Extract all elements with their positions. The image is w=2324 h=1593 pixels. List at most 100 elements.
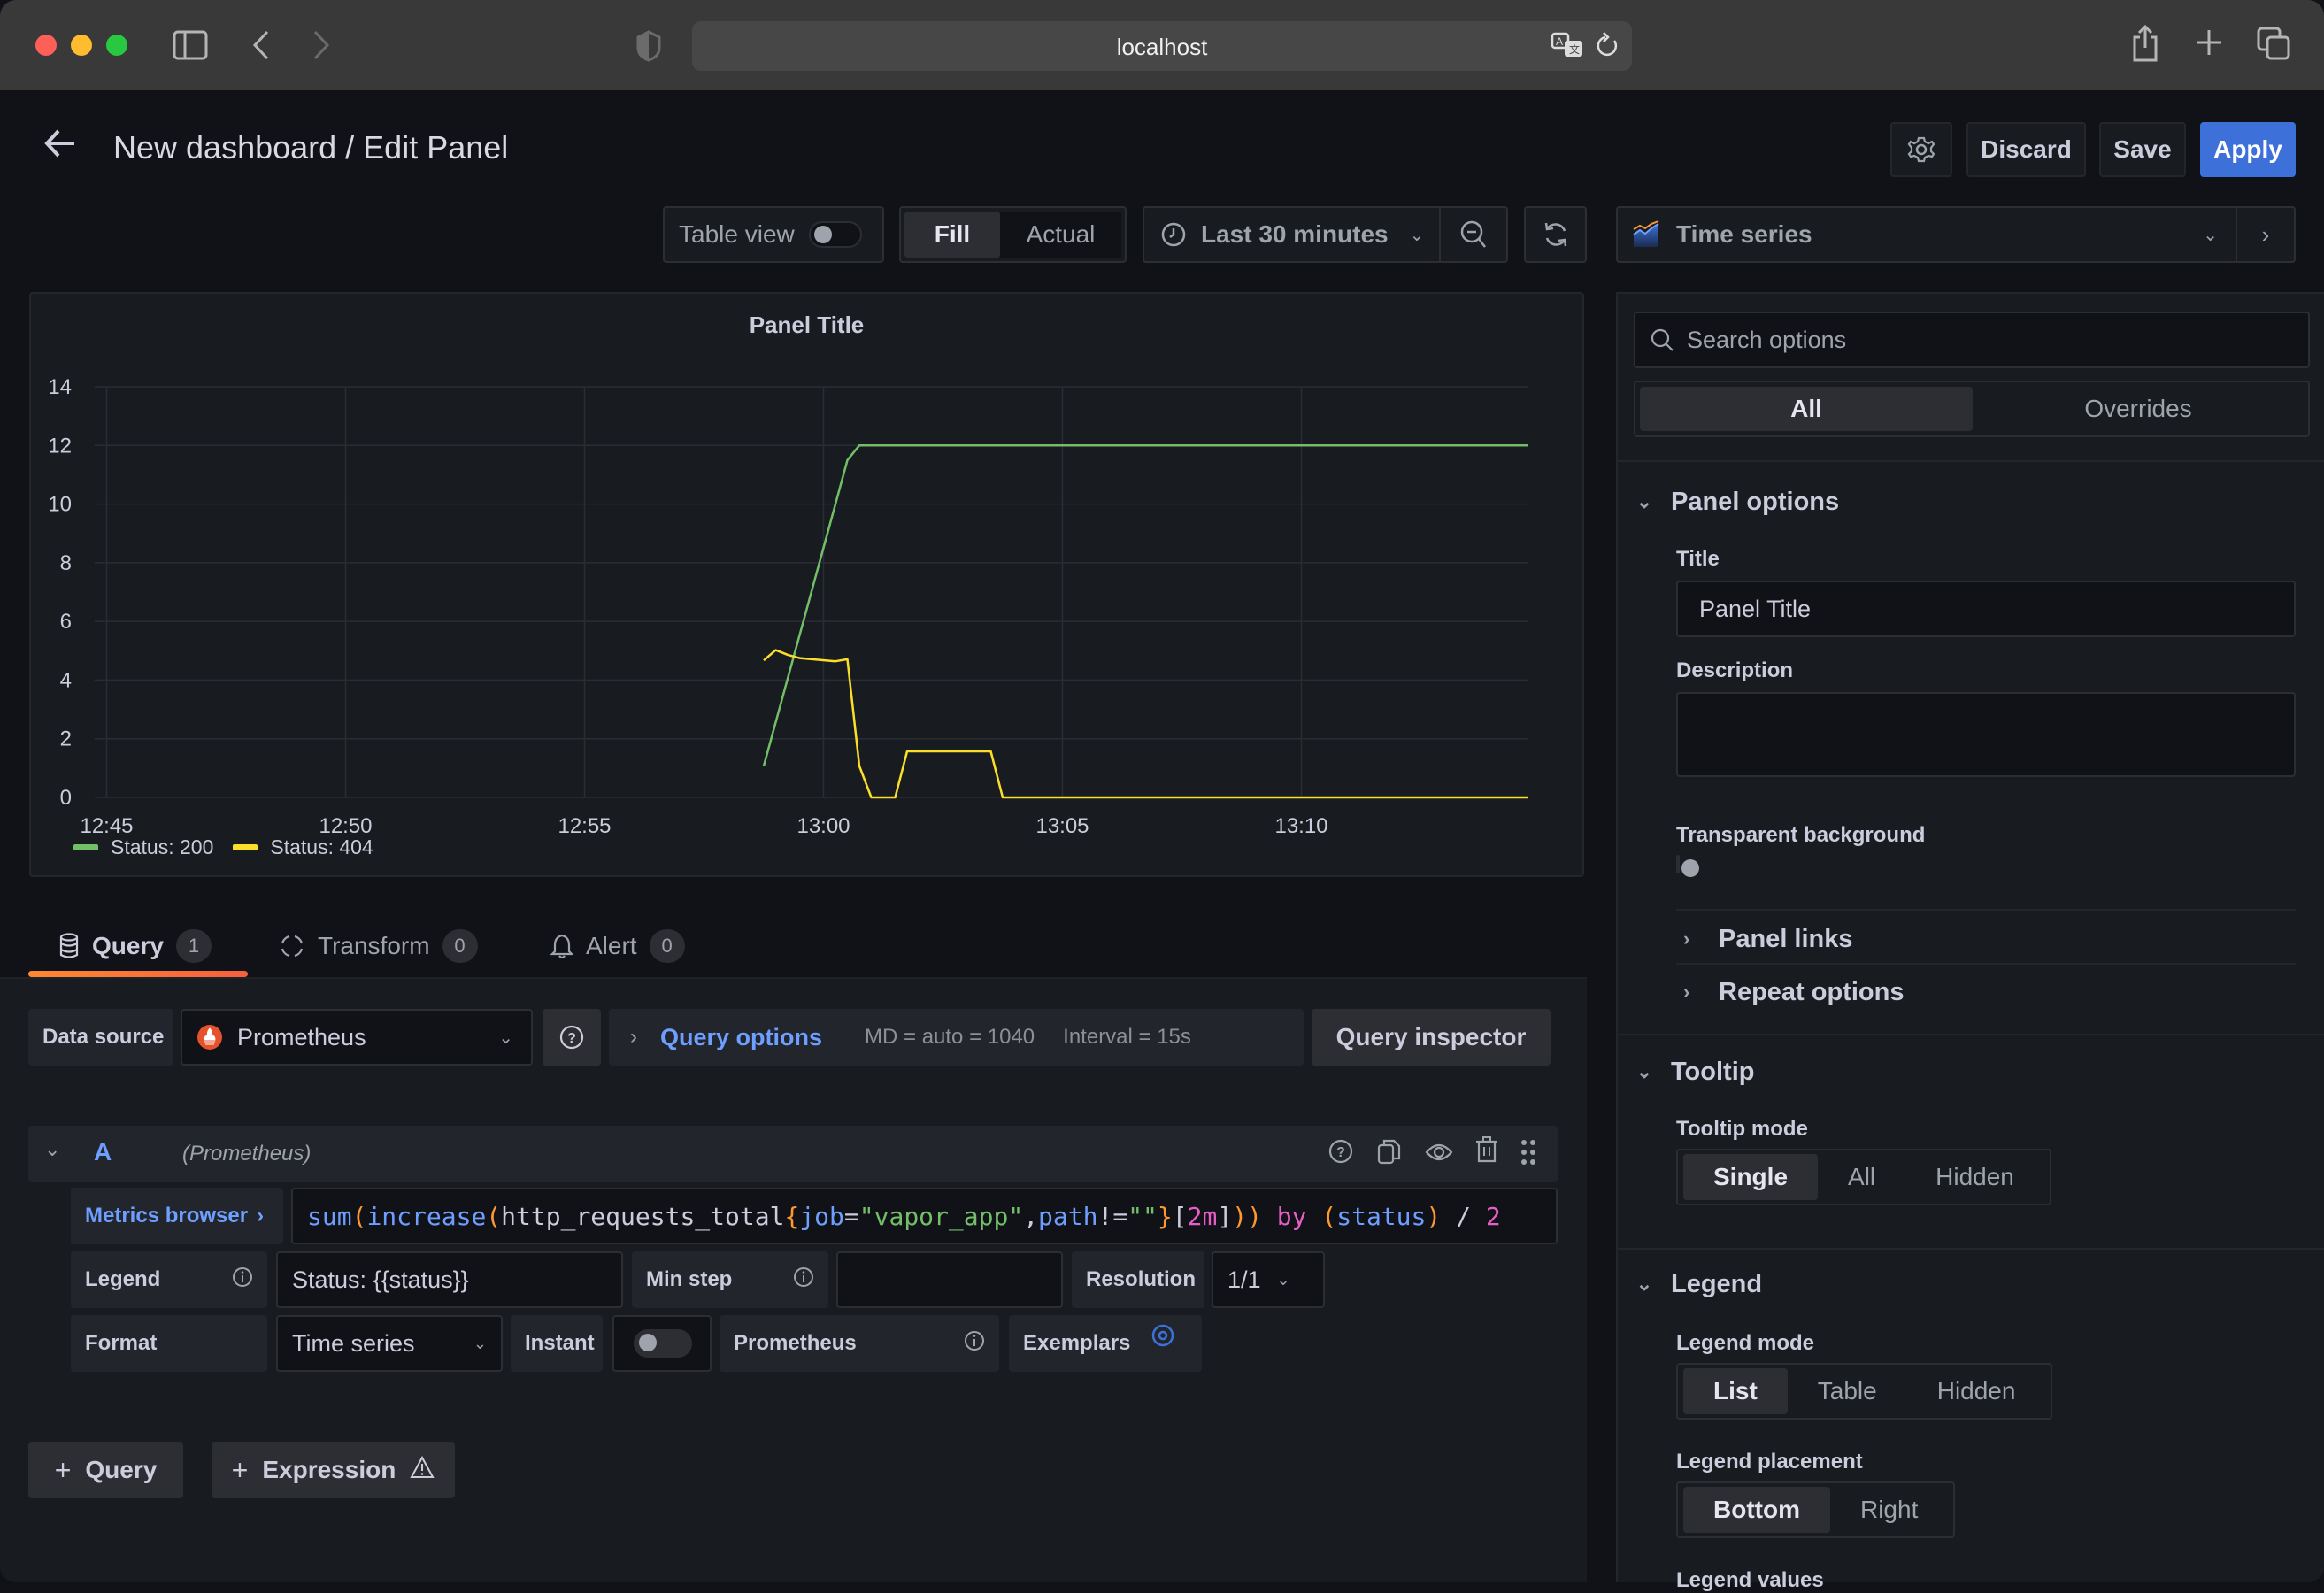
data-source-picker[interactable]: Prometheus ⌄ [181,1009,533,1066]
legend-placement-right[interactable]: Right [1830,1487,1948,1533]
expr-token: } [1157,1201,1173,1231]
forward-nav-icon[interactable] [312,28,331,67]
alert-count-badge: 0 [649,929,685,963]
share-icon[interactable] [2131,24,2159,67]
close-window-button[interactable] [35,35,57,56]
query-options-bar[interactable]: › Query options MD = auto = 1040 Interva… [609,1009,1304,1066]
series-line-status-200 [762,444,1528,766]
refresh-button[interactable] [1524,206,1587,263]
legend-mode-table[interactable]: Table [1788,1368,1907,1414]
legend-item-status-404[interactable]: Status: 404 [233,835,373,859]
time-range-label: Last 30 minutes [1201,220,1389,248]
format-select[interactable]: Time series ⌄ [276,1315,503,1372]
legend-mode-hidden[interactable]: Hidden [1907,1368,2046,1414]
tab-alert[interactable]: Alert 0 [550,924,685,968]
metrics-browser-button[interactable]: Metrics browser › [71,1188,283,1244]
toggle-visibility-eye-icon[interactable] [1425,1140,1453,1169]
dashboard-settings-button[interactable] [1890,122,1952,177]
tooltip-mode-all[interactable]: All [1818,1154,1905,1200]
zoom-window-button[interactable] [106,35,127,56]
reload-icon[interactable] [1595,32,1620,65]
format-label: Format [71,1315,267,1372]
panel-title-input[interactable]: Panel Title [1676,581,2296,637]
address-bar[interactable]: localhost A文 [692,21,1632,71]
search-options-input[interactable]: Search options [1634,312,2310,368]
expr-token: path [1038,1201,1098,1231]
grafana-app: New dashboard / Edit Panel Discard Save … [0,92,2324,1592]
time-range-button[interactable]: Last 30 minutes ⌄ [1144,208,1441,261]
tooltip-mode-hidden[interactable]: Hidden [1905,1154,2044,1200]
drag-handle-icon[interactable] [1520,1138,1536,1171]
translate-icon[interactable]: A文 [1551,32,1586,64]
series-line-status-404 [763,649,1528,799]
transparent-background-toggle[interactable] [1676,855,1680,873]
query-help-icon[interactable]: ? [1327,1138,1354,1169]
tab-overview-icon[interactable] [2257,27,2290,65]
x-tick-label: 13:05 [1035,814,1089,838]
active-tab-indicator [28,971,248,977]
collapse-options-button[interactable]: › [2237,221,2294,249]
back-arrow-icon[interactable] [42,126,78,165]
promql-expression-input[interactable]: sum(increase(http_requests_total{job="va… [291,1188,1558,1244]
tab-query[interactable]: Query 1 [58,924,212,968]
x-tick-label: 12:55 [558,814,611,838]
table-view-toggle[interactable] [808,221,862,248]
collapse-query-chevron-icon[interactable]: ⌄ [44,1138,60,1161]
tooltip-section-header[interactable]: ⌄ Tooltip [1618,1050,2324,1094]
expr-token: , [1023,1201,1039,1231]
all-options-tab[interactable]: All [1640,387,1973,431]
instant-toggle[interactable] [634,1329,692,1358]
panel-title-value: Panel Title [1699,595,1812,622]
visualization-picker[interactable]: Time series ⌄ › [1616,206,2296,263]
format-value: Time series [292,1329,415,1357]
page-title: New dashboard / Edit Panel [113,129,509,165]
database-icon [58,933,80,959]
new-tab-icon[interactable] [2195,28,2223,62]
prometheus-type-text: Prometheus [734,1331,857,1355]
privacy-shield-icon[interactable] [635,30,662,67]
query-ref-id[interactable]: A [94,1138,112,1166]
add-expression-button[interactable]: + Expression [212,1442,455,1498]
refresh-icon [1542,220,1570,249]
time-series-chart[interactable]: 0 2 4 6 8 10 12 14 12:45 12:50 12:55 13:00 13:05 13:1… [31,294,1582,875]
info-icon[interactable] [793,1266,814,1294]
expr-token: / [1441,1201,1486,1231]
legend-item-status-200[interactable]: Status: 200 [73,835,213,859]
add-query-button[interactable]: + Query [28,1442,183,1498]
panel-links-section-header[interactable]: › Panel links [1676,913,2296,965]
legend-placement-bottom[interactable]: Bottom [1683,1487,1830,1533]
legend-section-header[interactable]: ⌄ Legend [1618,1262,2324,1306]
tooltip-mode-radio: Single All Hidden [1676,1149,2051,1205]
plus-icon: + [231,1453,249,1486]
info-icon[interactable] [964,1330,985,1358]
data-source-help-button[interactable]: ? [543,1009,601,1066]
tab-transform[interactable]: Transform 0 [279,924,478,968]
discard-button[interactable]: Discard [1966,122,2086,177]
panel-options-section-header[interactable]: ⌄ Panel options [1618,480,2324,524]
legend-field-label: Legend [71,1251,267,1308]
zoom-out-button[interactable] [1441,208,1506,261]
fill-option[interactable]: Fill [904,212,1000,258]
info-icon[interactable] [232,1266,253,1294]
save-button[interactable]: Save [2099,122,2186,177]
divider [1618,460,2324,462]
min-step-input[interactable] [836,1251,1063,1308]
exemplars-eye-icon[interactable] [1151,1324,1174,1353]
transform-icon [279,933,305,959]
repeat-options-section-header[interactable]: › Repeat options [1676,966,2296,1018]
back-nav-icon[interactable] [251,28,271,67]
legend-format-input[interactable]: Status: {{status}} [276,1251,623,1308]
trash-icon[interactable] [1474,1136,1499,1169]
overrides-tab[interactable]: Overrides [1973,387,2304,431]
resolution-select[interactable]: 1/1 ⌄ [1212,1251,1325,1308]
query-inspector-button[interactable]: Query inspector [1312,1009,1551,1066]
minimize-window-button[interactable] [71,35,92,56]
sidebar-toggle-icon[interactable] [173,30,208,65]
tooltip-mode-single[interactable]: Single [1683,1154,1819,1200]
legend-mode-list[interactable]: List [1683,1368,1788,1414]
actual-option[interactable]: Actual [1000,212,1121,258]
expr-token: ) [1426,1201,1442,1231]
duplicate-query-icon[interactable] [1377,1138,1402,1171]
apply-button[interactable]: Apply [2200,122,2296,177]
description-textarea[interactable] [1676,692,2296,777]
